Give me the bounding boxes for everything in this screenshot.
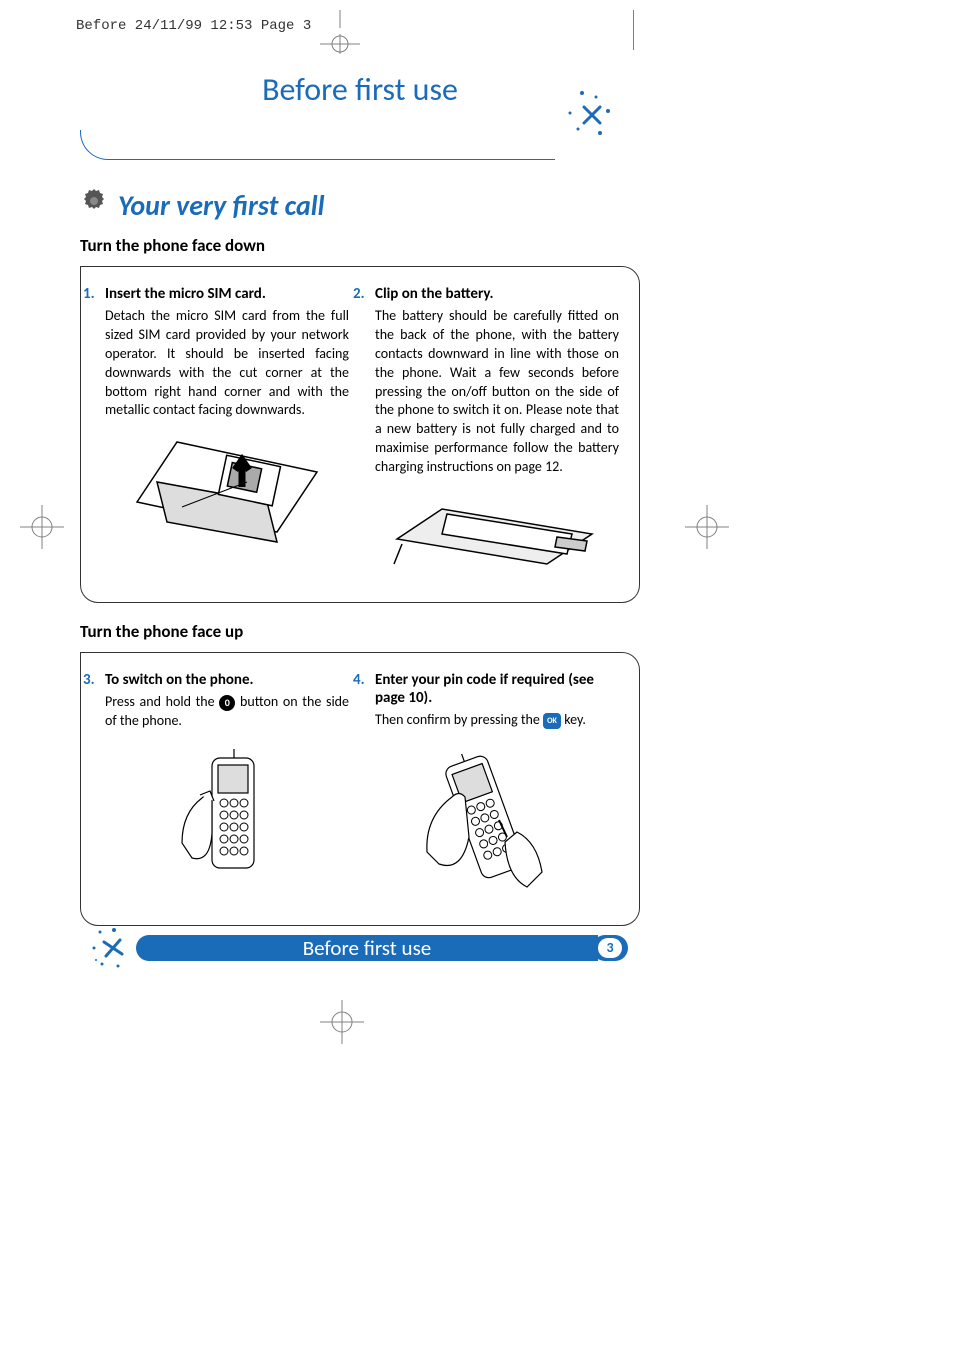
footer: Before first use 3 <box>88 930 628 966</box>
step-2-title: Clip on the battery. <box>375 285 619 303</box>
registration-mark-right <box>685 505 729 549</box>
step-2-number: 2. <box>353 285 365 303</box>
battery-clip-illustration <box>375 489 619 584</box>
step-1-body: Detach the micro SIM card from the full … <box>105 307 349 420</box>
registration-mark-bottom <box>320 1000 364 1044</box>
step-3-title: To switch on the phone. <box>105 671 349 689</box>
steps-box-1: 1. Insert the micro SIM card. Detach the… <box>80 266 640 603</box>
section-heading: Your very first call <box>80 187 640 223</box>
gear-icon <box>80 187 108 223</box>
step-2-body: The battery should be carefully fitted o… <box>375 307 619 477</box>
step-2: 2. Clip on the battery. The battery shou… <box>375 285 619 584</box>
step-4-body: Then confirm by pressing the OK key. <box>375 711 619 730</box>
step-1-title: Insert the micro SIM card. <box>105 285 349 303</box>
ok-key-icon: OK <box>543 713 561 729</box>
page-number: 3 <box>598 938 622 958</box>
page-title: Before first use <box>140 70 580 115</box>
power-button-icon: 0 <box>219 695 235 711</box>
step-3-body: Press and hold the 0 button on the side … <box>105 693 349 731</box>
steps-box-2: 3. To switch on the phone. Press and hol… <box>80 652 640 926</box>
sparkle-ornament-bottom <box>88 924 136 972</box>
page-number-badge: 3 <box>592 935 628 961</box>
subheading-face-up: Turn the phone face up <box>80 621 640 642</box>
section-title-text: Your very first call <box>118 188 325 223</box>
step-4: 4. Enter your pin code if required (see … <box>375 671 619 907</box>
step-3: 3. To switch on the phone. Press and hol… <box>105 671 349 907</box>
crop-mark-top <box>320 10 360 58</box>
footer-title-bar: Before first use <box>136 935 598 961</box>
subheading-face-down: Turn the phone face down <box>80 235 640 256</box>
sim-insert-illustration <box>105 432 349 577</box>
step-1: 1. Insert the micro SIM card. Detach the… <box>105 285 349 584</box>
print-metadata: Before 24/11/99 12:53 Page 3 <box>76 18 311 34</box>
step-4-number: 4. <box>353 671 365 689</box>
registration-mark-left <box>20 505 64 549</box>
switch-on-illustration <box>105 743 349 898</box>
step-1-number: 1. <box>83 285 95 303</box>
pin-entry-illustration <box>375 742 619 907</box>
crop-mark-top-right <box>633 10 634 50</box>
footer-title-text: Before first use <box>303 935 432 961</box>
step-3-number: 3. <box>83 671 95 689</box>
step-4-title: Enter your pin code if required (see pag… <box>375 671 619 707</box>
